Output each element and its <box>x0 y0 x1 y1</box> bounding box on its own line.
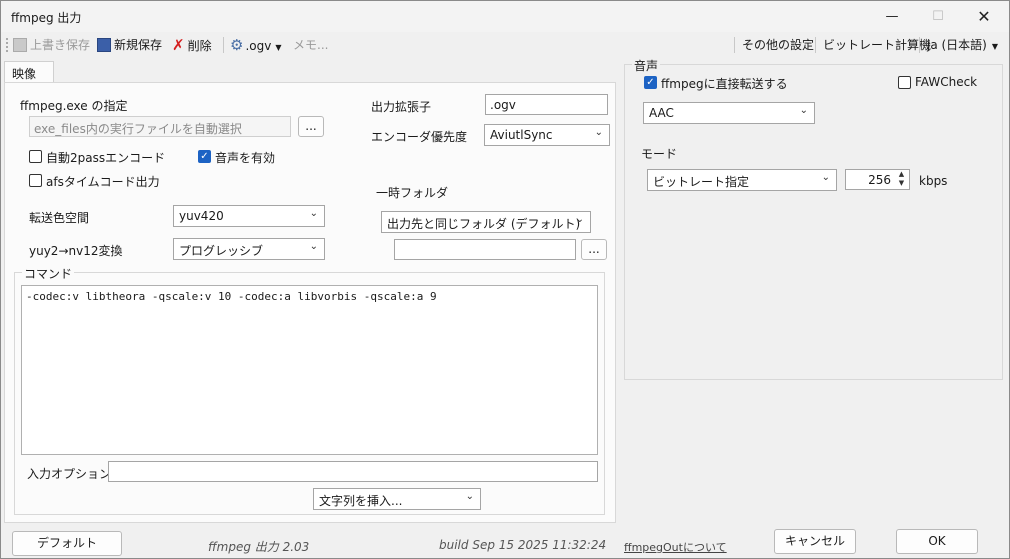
minimize-icon: — <box>885 9 899 24</box>
checkmark-icon: ✓ <box>646 77 655 88</box>
spin-down-icon[interactable]: ▼ <box>894 179 909 188</box>
toolbar-separator <box>815 37 816 53</box>
encoder-priority-label: エンコーダ優先度 <box>371 130 468 144</box>
colorspace-label: 転送色空間 <box>29 211 90 225</box>
audio-group-label: 音声 <box>632 57 661 74</box>
exe-label: ffmpeg.exe の指定 <box>20 99 128 113</box>
chevron-down-icon: ⌄ <box>309 208 318 219</box>
auto-2pass-label: 自動2passエンコード <box>46 151 166 165</box>
command-group-label: コマンド <box>22 265 75 282</box>
bitrate-unit: kbps <box>919 174 948 188</box>
temp-folder-label: 一時フォルダ <box>376 186 449 200</box>
yuy2-conversion-label: yuy2→nv12変換 <box>29 244 123 258</box>
audio-enable-checkbox[interactable]: ✓ <box>198 150 211 163</box>
ok-button[interactable]: OK <box>896 529 978 554</box>
title-bar: ffmpeg 出力 — ☐ ✕ <box>1 1 1009 32</box>
save-icon <box>13 38 27 52</box>
save-as-icon <box>97 38 111 52</box>
output-extension-input[interactable]: .ogv <box>485 94 608 115</box>
about-link[interactable]: ffmpegOutについて <box>624 539 727 555</box>
toolbar-separator <box>223 37 224 53</box>
default-button[interactable]: デフォルト <box>12 531 122 556</box>
temp-folder-select[interactable]: 出力先と同じフォルダ (デフォルト) ⌄ <box>381 211 591 233</box>
gear-icon: ⚙ <box>230 36 244 54</box>
close-icon: ✕ <box>977 7 991 26</box>
toolbar: 上書き保存 新規保存 ✗ 削除 ⚙ .ogv ▼ メモ... その他の設定 ビットレー… <box>1 32 1009 57</box>
app-version: ffmpeg 出力 2.03 <box>208 540 310 554</box>
maximize-icon: ☐ <box>932 9 944 24</box>
faw-check-label: FAWCheck <box>915 75 978 89</box>
close-button[interactable]: ✕ <box>961 1 1007 32</box>
build-info: build Sep 15 2025 11:32:24 <box>439 538 607 552</box>
dialog-window: ffmpeg 出力 — ☐ ✕ 上書き保存 新規保存 ✗ 削除 ⚙ .ogv ▼ メモ… <box>0 0 1010 559</box>
exe-browse-button[interactable]: ... <box>298 116 324 137</box>
delete-icon: ✗ <box>172 36 185 54</box>
language-dropdown[interactable]: ja (日本語) ▼ <box>927 36 998 54</box>
delete-button[interactable]: ✗ 削除 <box>172 36 212 54</box>
afs-timecode-label: afsタイムコード出力 <box>46 175 160 189</box>
other-settings-button[interactable]: その他の設定 <box>742 36 814 54</box>
toolbar-grip[interactable] <box>6 38 9 52</box>
chevron-down-icon: ⌄ <box>821 172 830 183</box>
bitrate-calculator-button[interactable]: ビットレート計算機 <box>823 36 931 54</box>
chevron-down-icon: ⌄ <box>799 105 808 116</box>
chevron-down-icon: ▼ <box>275 43 282 52</box>
toolbar-separator <box>919 37 920 53</box>
insert-string-select[interactable]: 文字列を挿入... ⌄ <box>313 488 481 510</box>
chevron-down-icon: ▼ <box>991 42 999 51</box>
bitrate-spinner[interactable]: ▲ ▼ <box>894 170 909 189</box>
input-option-input[interactable] <box>108 461 598 482</box>
input-option-label: 入力オプション <box>27 467 112 481</box>
maximize-button[interactable]: ☐ <box>915 1 961 32</box>
cancel-button[interactable]: キャンセル <box>774 529 856 554</box>
minimize-button[interactable]: — <box>869 1 915 32</box>
command-textarea[interactable]: -codec:v libtheora -qscale:v 10 -codec:a… <box>21 285 598 455</box>
audio-mode-label: モード <box>641 147 678 161</box>
audio-enable-label: 音声を有効 <box>215 151 276 165</box>
output-extension-label: 出力拡張子 <box>371 100 432 114</box>
encoder-priority-select[interactable]: AviutlSync ⌄ <box>484 124 610 146</box>
exe-path-input[interactable]: exe_files内の実行ファイルを自動選択 <box>29 116 291 137</box>
audio-mode-select[interactable]: ビットレート指定 ⌄ <box>647 169 837 191</box>
chevron-down-icon: ⌄ <box>594 127 603 138</box>
new-save-button[interactable]: 新規保存 <box>97 36 162 54</box>
tab-video[interactable]: 映像 <box>4 61 54 83</box>
audio-codec-select[interactable]: AAC ⌄ <box>643 102 815 124</box>
chevron-down-icon: ⌄ <box>309 241 318 252</box>
toolbar-separator <box>734 37 735 53</box>
ffmpeg-direct-checkbox[interactable]: ✓ <box>644 76 657 89</box>
window-title: ffmpeg 出力 <box>11 11 82 25</box>
memo-field[interactable]: メモ... <box>293 36 328 54</box>
temp-folder-input[interactable] <box>394 239 576 260</box>
ffmpeg-direct-label: ffmpegに直接転送する <box>661 77 788 91</box>
spin-up-icon[interactable]: ▲ <box>894 170 909 179</box>
overwrite-save-button[interactable]: 上書き保存 <box>13 36 90 54</box>
faw-check-checkbox[interactable] <box>898 76 911 89</box>
afs-timecode-checkbox[interactable] <box>29 174 42 187</box>
chevron-down-icon: ⌄ <box>465 491 474 502</box>
auto-2pass-checkbox[interactable] <box>29 150 42 163</box>
yuy2-conversion-select[interactable]: プログレッシブ ⌄ <box>173 238 325 260</box>
colorspace-select[interactable]: yuv420 ⌄ <box>173 205 325 227</box>
checkmark-icon: ✓ <box>200 151 209 162</box>
chevron-down-icon: ⌄ <box>575 214 584 225</box>
temp-folder-browse-button[interactable]: ... <box>581 239 607 260</box>
extension-dropdown-button[interactable]: ⚙ .ogv ▼ <box>230 36 281 54</box>
